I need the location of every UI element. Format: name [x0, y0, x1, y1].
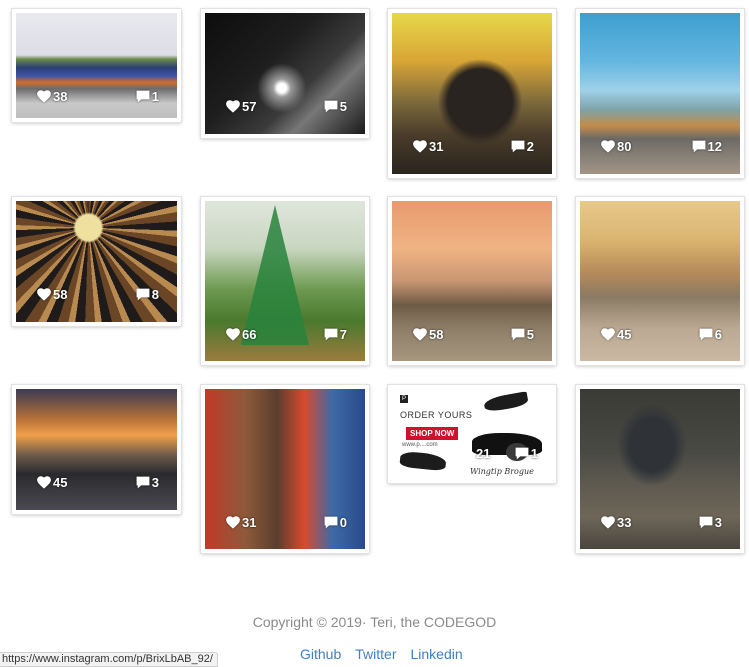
photo: 58 8 [16, 201, 177, 322]
heart-icon [37, 288, 51, 301]
comment-icon [515, 447, 529, 460]
photo-card[interactable]: 66 7 [201, 197, 369, 365]
photo: 33 3 [580, 389, 740, 549]
ad-url: www.p....com [402, 442, 438, 448]
photo-card[interactable]: 58 5 [388, 197, 556, 365]
heart-icon [601, 140, 615, 153]
photo-card[interactable]: 45 3 [12, 385, 181, 514]
likes-count: 45 [601, 327, 631, 342]
comment-icon [692, 140, 706, 153]
comment-icon [324, 516, 338, 529]
ad-headline: ORDER YOURS [400, 410, 473, 420]
linkedin-link[interactable]: Linkedin [410, 646, 462, 662]
comments-count: 1 [515, 446, 538, 461]
shoe-image [483, 391, 529, 413]
shoe-image [399, 450, 447, 472]
photo-card[interactable]: 31 2 [388, 9, 556, 178]
likes-count: 66 [226, 327, 256, 342]
comment-icon [136, 90, 150, 103]
photo: 38 1 [16, 13, 177, 118]
heart-icon [226, 100, 240, 113]
comment-icon [136, 476, 150, 489]
photo: 45 3 [16, 389, 177, 510]
photo: 31 2 [392, 13, 552, 174]
comment-icon [136, 288, 150, 301]
comments-count: 12 [692, 139, 722, 154]
copyright-text: Copyright © 2019· Teri, the CODEGOD [252, 614, 497, 630]
twitter-link[interactable]: Twitter [355, 646, 396, 662]
photo-card[interactable]: 33 3 [576, 385, 744, 553]
comments-count: 0 [324, 515, 347, 530]
heart-icon [37, 90, 51, 103]
photo-card[interactable]: 80 12 [576, 9, 744, 178]
photo: 58 5 [392, 201, 552, 361]
comments-count: 5 [511, 327, 534, 342]
photo-card[interactable]: 31 0 [201, 385, 369, 553]
heart-icon [226, 516, 240, 529]
likes-count: 58 [413, 327, 443, 342]
comment-icon [511, 140, 525, 153]
comment-icon [699, 328, 713, 341]
product-name: Wingtip Brogue [470, 467, 534, 476]
photo-card[interactable]: 38 1 [12, 9, 181, 122]
footer-links: Github Twitter Linkedin [300, 646, 463, 662]
comments-count: 3 [699, 515, 722, 530]
likes-count: 58 [37, 287, 67, 302]
photo: 80 12 [580, 13, 740, 174]
photo-card[interactable]: 45 6 [576, 197, 744, 365]
shop-now-button[interactable]: SHOP NOW [406, 427, 459, 440]
comment-icon [324, 328, 338, 341]
heart-icon [413, 140, 427, 153]
comments-count: 6 [699, 327, 722, 342]
photo: 57 5 [205, 13, 365, 134]
likes-count: 31 [413, 139, 443, 154]
comments-count: 8 [136, 287, 159, 302]
likes-count: 21 [476, 446, 491, 461]
comment-icon [324, 100, 338, 113]
heart-icon [601, 328, 615, 341]
likes-count: 31 [226, 515, 256, 530]
comments-count: 2 [511, 139, 534, 154]
likes-count: 33 [601, 515, 631, 530]
photo-card[interactable]: 57 5 [201, 9, 369, 138]
decoration [241, 205, 309, 345]
photo: 45 6 [580, 201, 740, 361]
likes-count: 45 [37, 475, 67, 490]
heart-icon [601, 516, 615, 529]
comments-count: 5 [324, 99, 347, 114]
likes-count: 57 [226, 99, 256, 114]
likes-count: 38 [37, 89, 67, 104]
comments-count: 3 [136, 475, 159, 490]
likes-count: 80 [601, 139, 631, 154]
brand-logo: P [400, 395, 408, 403]
comments-count: 7 [324, 327, 347, 342]
ad-banner: P ORDER YOURS SHOP NOW www.p....com 21 1… [392, 389, 552, 479]
comment-icon [699, 516, 713, 529]
heart-icon [413, 328, 427, 341]
photo: 66 7 [205, 201, 365, 361]
ad-card[interactable]: P ORDER YOURS SHOP NOW www.p....com 21 1… [388, 385, 556, 483]
github-link[interactable]: Github [300, 646, 341, 662]
photo: 31 0 [205, 389, 365, 549]
comment-icon [511, 328, 525, 341]
comments-count: 1 [136, 89, 159, 104]
photo-card[interactable]: 58 8 [12, 197, 181, 326]
heart-icon [226, 328, 240, 341]
heart-icon [37, 476, 51, 489]
